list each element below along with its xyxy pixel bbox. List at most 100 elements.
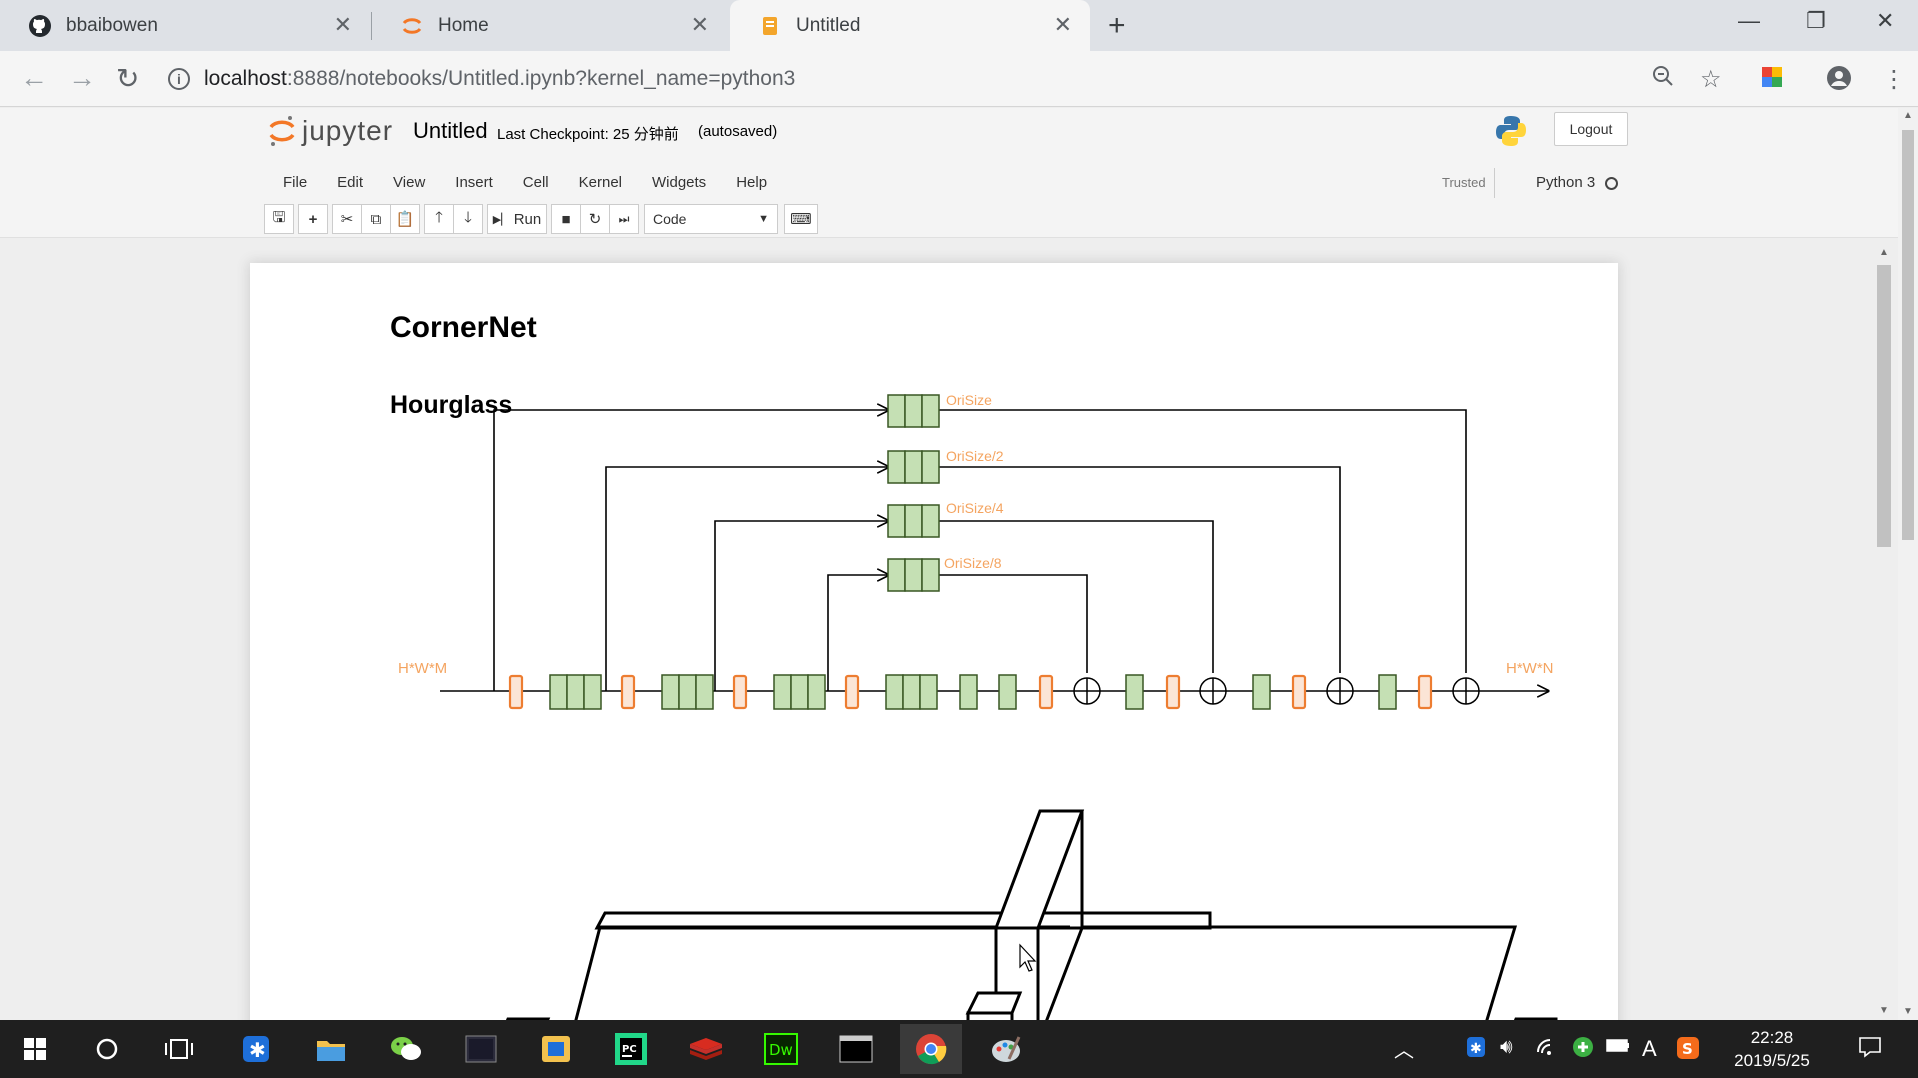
- system-clock[interactable]: 22:28 2019/5/25: [1712, 1026, 1832, 1072]
- page-scrollbar[interactable]: ▲ ▼: [1898, 108, 1918, 1020]
- url-bar[interactable]: i localhost:8888/notebooks/Untitled.ipyn…: [168, 59, 1798, 99]
- tab-title: Untitled: [796, 14, 861, 36]
- reload-icon[interactable]: ↻: [116, 62, 139, 95]
- redis-icon[interactable]: [675, 1024, 737, 1074]
- close-window-icon[interactable]: ✕: [1876, 8, 1894, 34]
- hourglass-3d-illustration: [496, 809, 1558, 1043]
- kernel-idle-icon: [1605, 176, 1619, 190]
- forward-icon[interactable]: →: [68, 62, 96, 94]
- security-tray-icon[interactable]: [1572, 1036, 1594, 1064]
- file-explorer-icon[interactable]: [300, 1024, 362, 1074]
- run-button[interactable]: ▶▏ Run: [487, 204, 547, 234]
- input-size-label: H*W*M: [398, 660, 447, 677]
- chevron-down-icon: ▼: [758, 213, 769, 225]
- restore-icon[interactable]: ❐: [1806, 8, 1826, 34]
- browser-tab-strip: bbaibowen ✕ Home ✕ Untitled ✕ + — ❐ ✕: [0, 0, 1918, 51]
- wechat-icon[interactable]: [375, 1024, 437, 1074]
- arrow-down-icon: 🡓: [464, 208, 472, 226]
- move-down-button[interactable]: 🡓: [453, 204, 483, 234]
- battery-icon[interactable]: [1606, 1036, 1630, 1059]
- bookmark-star-icon[interactable]: ☆: [1700, 65, 1722, 94]
- terminal-app-icon[interactable]: [450, 1024, 512, 1074]
- copy-button[interactable]: ⧉: [361, 204, 391, 234]
- cut-button[interactable]: ✂: [332, 204, 362, 234]
- task-view-icon[interactable]: [148, 1024, 210, 1074]
- new-tab-icon[interactable]: +: [1108, 9, 1126, 43]
- cortana-icon[interactable]: [76, 1024, 138, 1074]
- notebook-scrollbar[interactable]: ▲ ▼: [1874, 247, 1894, 1017]
- command-palette-button[interactable]: ⌨: [784, 204, 818, 234]
- cut-icon: ✂: [340, 211, 354, 228]
- python-logo-icon: [1494, 114, 1528, 153]
- outlook-icon[interactable]: [525, 1024, 587, 1074]
- svg-text:S: S: [1682, 1040, 1693, 1058]
- zoom-icon[interactable]: [1652, 65, 1674, 94]
- scroll-up-icon[interactable]: ▲: [1903, 110, 1913, 121]
- menu-kebab-icon[interactable]: ⋮: [1882, 65, 1906, 94]
- move-up-button[interactable]: 🡑: [424, 204, 454, 234]
- url-path: :8888/notebooks/Untitled.ipynb?kernel_na…: [286, 67, 796, 90]
- skip-label-orisize-2: OriSize/2: [946, 448, 1004, 464]
- notebook-name[interactable]: Untitled: [413, 118, 488, 144]
- cmd-icon[interactable]: [825, 1024, 887, 1074]
- insert-cell-button[interactable]: +: [298, 204, 328, 234]
- dreamweaver-icon[interactable]: Dw: [750, 1024, 812, 1074]
- cell-type-select[interactable]: Code ▼: [644, 204, 778, 234]
- windows-start-icon[interactable]: [4, 1024, 66, 1074]
- scroll-down-icon[interactable]: ▼: [1879, 1005, 1889, 1016]
- extension-icon[interactable]: [1760, 65, 1784, 96]
- info-icon[interactable]: i: [168, 68, 190, 90]
- menu-kernel[interactable]: Kernel: [564, 168, 637, 198]
- pycharm-icon[interactable]: PC: [600, 1024, 662, 1074]
- chrome-icon[interactable]: [900, 1024, 962, 1074]
- jupyter-logo[interactable]: jupyter: [268, 114, 393, 148]
- chevron-up-icon[interactable]: ︿: [1394, 1034, 1414, 1063]
- wifi-icon[interactable]: [1536, 1036, 1558, 1062]
- menu-edit[interactable]: Edit: [322, 168, 378, 198]
- menu-cell[interactable]: Cell: [508, 168, 564, 198]
- minimize-icon[interactable]: —: [1738, 8, 1760, 34]
- paste-icon: 📋: [395, 211, 415, 228]
- menu-help[interactable]: Help: [721, 168, 782, 198]
- menu-insert[interactable]: Insert: [440, 168, 508, 198]
- notification-center-icon[interactable]: [1858, 1036, 1882, 1064]
- save-button[interactable]: 🖫: [264, 204, 294, 234]
- cell-type-value: Code: [653, 211, 687, 227]
- tab-untitled[interactable]: Untitled ✕: [730, 0, 1090, 51]
- paste-button[interactable]: 📋: [390, 204, 420, 234]
- stop-icon: ■: [561, 210, 571, 228]
- trusted-indicator[interactable]: Trusted: [1434, 168, 1495, 198]
- keyboard-icon: ⌨: [790, 211, 812, 228]
- kernel-name: Python 3: [1536, 174, 1596, 191]
- skip-blocks: [887, 394, 940, 592]
- restart-button[interactable]: ↻: [580, 204, 610, 234]
- interrupt-button[interactable]: ■: [551, 204, 581, 234]
- scroll-down-icon[interactable]: ▼: [1903, 1006, 1913, 1017]
- close-tab-icon[interactable]: ✕: [1054, 12, 1072, 38]
- restart-run-all-button[interactable]: ⏭: [609, 204, 639, 234]
- paint-icon[interactable]: [975, 1024, 1037, 1074]
- close-tab-icon[interactable]: ✕: [691, 12, 709, 38]
- volume-icon[interactable]: 🔊︎: [1500, 1036, 1513, 1059]
- sogou-icon[interactable]: S: [1676, 1036, 1700, 1066]
- windows-taskbar: ✱ PC Dw ︿ ✱ 🔊︎ A S 22:28 2019/5/25: [0, 1020, 1918, 1078]
- bluetooth-app-icon[interactable]: ✱: [225, 1024, 287, 1074]
- input-method-icon[interactable]: A: [1642, 1036, 1657, 1062]
- scrollbar-thumb[interactable]: [1902, 130, 1914, 540]
- tab-github[interactable]: bbaibowen ✕: [0, 0, 370, 51]
- notebook-icon: [758, 14, 782, 38]
- bluetooth-tray-icon[interactable]: ✱: [1466, 1036, 1486, 1064]
- back-icon[interactable]: ←: [20, 62, 48, 94]
- kernel-indicator: Python 3: [1536, 168, 1619, 198]
- account-icon[interactable]: [1826, 65, 1852, 98]
- scroll-up-icon[interactable]: ▲: [1879, 247, 1889, 258]
- scrollbar-thumb[interactable]: [1877, 265, 1891, 547]
- menu-view[interactable]: View: [378, 168, 440, 198]
- tab-home[interactable]: Home ✕: [372, 0, 727, 51]
- logout-button[interactable]: Logout: [1554, 112, 1628, 146]
- menu-widgets[interactable]: Widgets: [637, 168, 721, 198]
- url-host: localhost: [204, 67, 287, 90]
- menu-file[interactable]: File: [268, 168, 322, 198]
- jupyter-wordmark: jupyter: [302, 115, 394, 146]
- close-tab-icon[interactable]: ✕: [334, 12, 352, 38]
